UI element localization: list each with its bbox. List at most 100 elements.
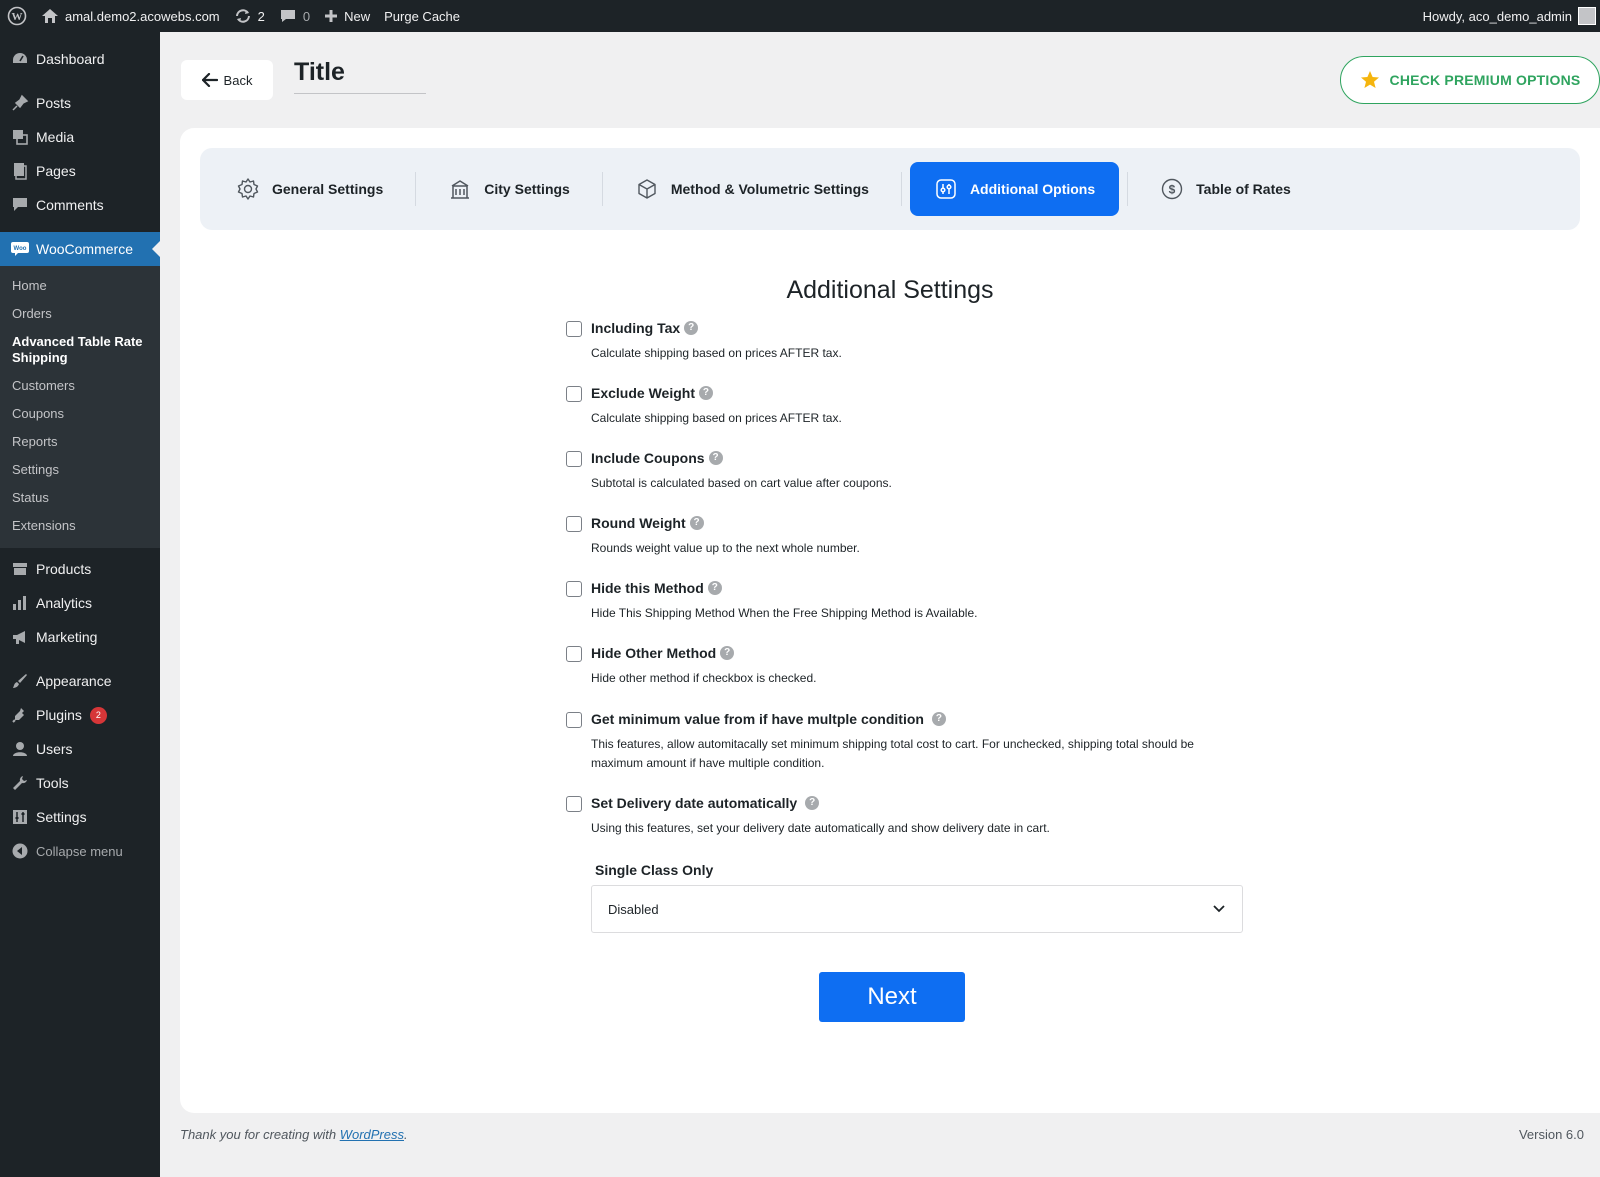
including-tax-checkbox[interactable] bbox=[566, 321, 582, 337]
section-title: Additional Settings bbox=[786, 276, 994, 304]
collapse-arrow-icon bbox=[10, 841, 30, 861]
menu-appearance[interactable]: Appearance bbox=[0, 664, 160, 698]
box-icon bbox=[638, 179, 656, 199]
footer-thanks-suffix: . bbox=[404, 1127, 408, 1142]
submenu-status[interactable]: Status bbox=[0, 484, 160, 512]
include-coupons-description: Subtotal is calculated based on cart val… bbox=[591, 476, 892, 490]
help-icon[interactable]: ? bbox=[708, 451, 723, 465]
menu-users[interactable]: Users bbox=[0, 732, 160, 766]
plus-icon bbox=[325, 10, 338, 22]
option-round-weight: Round Weight? Rounds weight value up to … bbox=[566, 513, 1226, 578]
howdy-text: Howdy, aco_demo_admin bbox=[1422, 8, 1572, 24]
svg-text:W: W bbox=[12, 11, 23, 23]
submenu-settings[interactable]: Settings bbox=[0, 456, 160, 484]
menu-settings[interactable]: Settings bbox=[0, 800, 160, 834]
page-title[interactable]: Title bbox=[294, 58, 426, 94]
submenu-home[interactable]: Home bbox=[0, 272, 160, 300]
submenu-orders[interactable]: Orders bbox=[0, 300, 160, 328]
next-button[interactable]: Next bbox=[819, 972, 965, 1022]
help-icon[interactable]: ? bbox=[805, 796, 820, 810]
help-icon[interactable]: ? bbox=[931, 712, 946, 726]
menu-posts-label: Posts bbox=[36, 95, 72, 111]
check-premium-options-button[interactable]: CHECK PREMIUM OPTIONS bbox=[1340, 56, 1600, 104]
tab-divider bbox=[900, 172, 902, 206]
menu-products[interactable]: Products bbox=[0, 552, 160, 586]
menu-analytics-label: Analytics bbox=[36, 595, 93, 611]
submenu-reports[interactable]: Reports bbox=[0, 428, 160, 456]
wrench-icon bbox=[10, 773, 30, 793]
new-content-link[interactable]: New bbox=[317, 0, 377, 32]
submenu-customers[interactable]: Customers bbox=[0, 372, 160, 400]
svg-text:$: $ bbox=[1169, 183, 1176, 197]
new-label: New bbox=[344, 8, 371, 24]
submenu-advanced-table-rate-shipping[interactable]: Advanced Table Rate Shipping bbox=[0, 328, 160, 372]
dashboard-icon bbox=[10, 49, 30, 69]
wordpress-link[interactable]: WordPress bbox=[340, 1127, 404, 1142]
menu-dashboard[interactable]: Dashboard bbox=[0, 42, 160, 76]
include-coupons-label: Include Coupons bbox=[591, 450, 705, 466]
round-weight-checkbox[interactable] bbox=[566, 516, 582, 532]
menu-plugins[interactable]: Plugins 2 bbox=[0, 698, 160, 732]
help-icon[interactable]: ? bbox=[684, 321, 699, 335]
settings-card: General Settings City Settings Method & … bbox=[180, 128, 1600, 1113]
option-get-minimum-value: Get minimum value from if have multple c… bbox=[566, 709, 1226, 793]
include-coupons-checkbox[interactable] bbox=[566, 451, 582, 467]
woocommerce-icon: Woo bbox=[10, 239, 30, 259]
tab-city-settings[interactable]: City Settings bbox=[424, 162, 594, 216]
including-tax-description: Calculate shipping based on prices AFTER… bbox=[591, 346, 842, 360]
option-set-delivery-date: Set Delivery date automatically? Using t… bbox=[566, 793, 1226, 853]
admin-bar: W amal.demo2.acowebs.com 2 0 New Purge C… bbox=[0, 0, 1600, 32]
tab-general-settings[interactable]: General Settings bbox=[212, 162, 407, 216]
get-minimum-value-checkbox[interactable] bbox=[566, 712, 582, 728]
including-tax-label: Including Tax bbox=[591, 320, 681, 336]
site-name: amal.demo2.acowebs.com bbox=[65, 8, 220, 24]
tab-additional-options[interactable]: Additional Options bbox=[909, 162, 1120, 216]
hide-other-method-checkbox[interactable] bbox=[566, 646, 582, 662]
menu-plugins-label: Plugins bbox=[36, 707, 82, 723]
set-delivery-date-description: Using this features, set your delivery d… bbox=[591, 821, 1050, 835]
tab-table-of-rates[interactable]: $ Table of Rates bbox=[1136, 162, 1315, 216]
menu-media[interactable]: Media bbox=[0, 120, 160, 154]
help-icon[interactable]: ? bbox=[698, 386, 713, 400]
hide-this-method-checkbox[interactable] bbox=[566, 581, 582, 597]
menu-products-label: Products bbox=[36, 561, 92, 577]
tab-method-volumetric-settings[interactable]: Method & Volumetric Settings bbox=[611, 162, 893, 216]
megaphone-icon bbox=[10, 627, 30, 647]
hide-other-method-label: Hide Other Method bbox=[591, 645, 717, 661]
settings-sliders-icon bbox=[10, 807, 30, 827]
back-label: Back bbox=[223, 72, 253, 88]
single-class-only-select[interactable]: Disabled bbox=[591, 885, 1243, 933]
menu-comments[interactable]: Comments bbox=[0, 188, 160, 222]
menu-woocommerce[interactable]: Woo WooCommerce bbox=[0, 232, 160, 266]
purge-cache-link[interactable]: Purge Cache bbox=[377, 0, 467, 32]
help-icon[interactable]: ? bbox=[707, 581, 722, 595]
wordpress-logo-icon[interactable]: W bbox=[0, 0, 34, 32]
comments-icon bbox=[10, 195, 30, 215]
submenu-extensions[interactable]: Extensions bbox=[0, 512, 160, 540]
purge-cache-label: Purge Cache bbox=[384, 8, 461, 24]
menu-pages[interactable]: Pages bbox=[0, 154, 160, 188]
account-menu[interactable]: Howdy, aco_demo_admin bbox=[1416, 0, 1600, 32]
option-including-tax: Including Tax? Calculate shipping based … bbox=[566, 318, 1226, 383]
menu-tools[interactable]: Tools bbox=[0, 766, 160, 800]
round-weight-description: Rounds weight value up to the next whole… bbox=[591, 541, 860, 555]
updates-count: 2 bbox=[257, 8, 265, 24]
help-icon[interactable]: ? bbox=[689, 516, 704, 530]
comments-link[interactable]: 0 bbox=[272, 0, 317, 32]
help-icon[interactable]: ? bbox=[720, 646, 735, 660]
site-name-link[interactable]: amal.demo2.acowebs.com bbox=[34, 0, 227, 32]
exclude-weight-checkbox[interactable] bbox=[566, 386, 582, 402]
tab-table-of-rates-label: Table of Rates bbox=[1196, 181, 1291, 197]
submenu-coupons[interactable]: Coupons bbox=[0, 400, 160, 428]
premium-label: CHECK PREMIUM OPTIONS bbox=[1389, 72, 1581, 88]
back-button[interactable]: Back bbox=[181, 60, 273, 100]
menu-marketing[interactable]: Marketing bbox=[0, 620, 160, 654]
updates-link[interactable]: 2 bbox=[227, 0, 272, 32]
option-hide-other-method: Hide Other Method? Hide other method if … bbox=[566, 643, 1226, 709]
gear-icon bbox=[237, 178, 259, 200]
menu-posts[interactable]: Posts bbox=[0, 86, 160, 120]
collapse-menu-button[interactable]: Collapse menu bbox=[0, 834, 160, 868]
set-delivery-date-checkbox[interactable] bbox=[566, 796, 582, 812]
get-minimum-value-label: Get minimum value from if have multple c… bbox=[591, 711, 924, 727]
menu-analytics[interactable]: Analytics bbox=[0, 586, 160, 620]
